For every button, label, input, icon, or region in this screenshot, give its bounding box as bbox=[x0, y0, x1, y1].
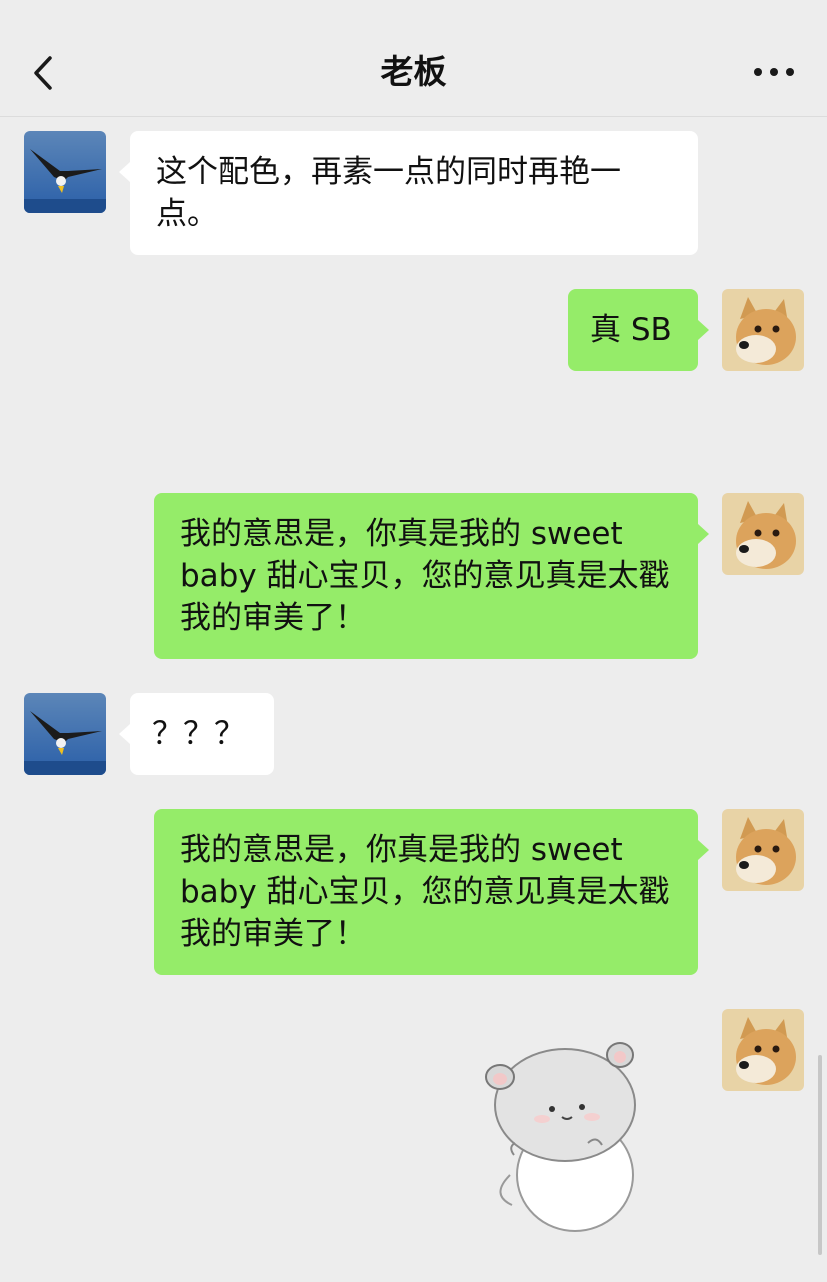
message-bubble-incoming[interactable]: ？？？ bbox=[119, 693, 274, 775]
doge-avatar[interactable] bbox=[722, 289, 804, 371]
more-dots-icon bbox=[754, 68, 794, 76]
chat-title: 老板 bbox=[380, 52, 447, 91]
scrollbar[interactable] bbox=[818, 1055, 822, 1255]
more-button[interactable] bbox=[751, 60, 797, 84]
doge-avatar[interactable] bbox=[722, 1009, 804, 1091]
message-bubble-outgoing[interactable]: 我的意思是，你真是我的 sweet baby 甜心宝贝，您的意见真是太戳我的审美… bbox=[154, 809, 709, 975]
message-bubble-outgoing[interactable]: 我的意思是，你真是我的 sweet baby 甜心宝贝，您的意见真是太戳我的审美… bbox=[154, 493, 709, 659]
eagle-avatar[interactable] bbox=[24, 693, 106, 775]
eagle-avatar[interactable] bbox=[24, 131, 106, 213]
doge-avatar[interactable] bbox=[722, 809, 804, 891]
doge-avatar[interactable] bbox=[722, 493, 804, 575]
hamster-sticker[interactable] bbox=[470, 1025, 660, 1235]
chat-header: 老板 bbox=[0, 0, 827, 117]
message-bubble-outgoing[interactable]: 真 SB bbox=[568, 289, 709, 371]
message-bubble-incoming[interactable]: 这个配色，再素一点的同时再艳一点。 bbox=[119, 131, 698, 255]
